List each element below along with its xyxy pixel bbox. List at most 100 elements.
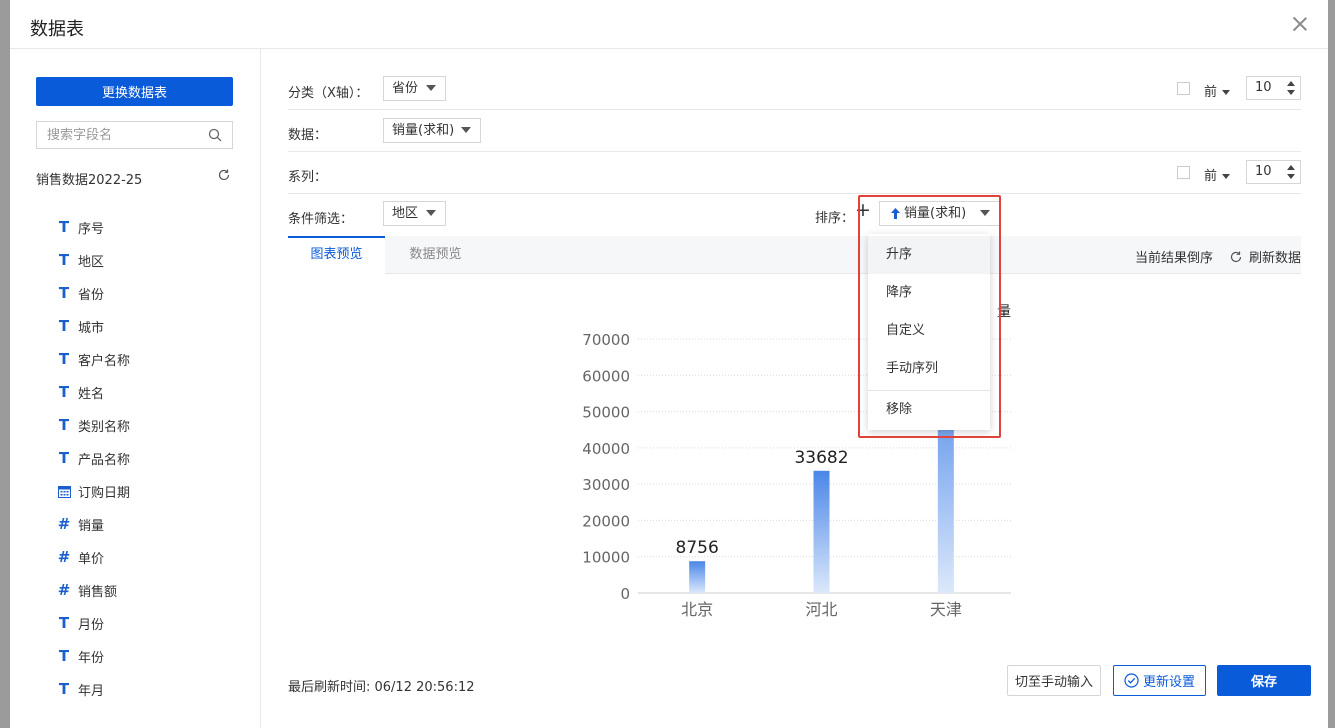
field-item[interactable]: # 销量 bbox=[57, 508, 130, 541]
series-top-n-select[interactable]: 前 bbox=[1204, 165, 1231, 184]
chevron-down-icon bbox=[1222, 174, 1231, 179]
field-item[interactable]: # 销售额 bbox=[57, 574, 130, 607]
field-label: 城市 bbox=[78, 321, 105, 336]
field-item[interactable]: T 月份 bbox=[57, 607, 130, 640]
series-top-n-checkbox[interactable] bbox=[1177, 166, 1190, 179]
text-type-icon: T bbox=[58, 383, 70, 401]
field-label: 产品名称 bbox=[78, 453, 131, 468]
series-top-n-label: 前 bbox=[1204, 169, 1218, 184]
field-item[interactable]: T 客户名称 bbox=[57, 343, 130, 376]
series-row: 系列： 前 10 bbox=[288, 152, 1301, 194]
close-icon[interactable] bbox=[1290, 14, 1310, 34]
field-item[interactable]: T 地区 bbox=[57, 244, 130, 277]
top-n-select[interactable]: 前 bbox=[1204, 81, 1231, 100]
category-value: 省份 bbox=[392, 81, 419, 96]
data-label: 8756 bbox=[676, 538, 719, 558]
manual-input-button[interactable]: 切至手动输入 bbox=[1007, 665, 1101, 696]
number-type-icon: # bbox=[57, 548, 71, 566]
data-select[interactable]: 销量(求和) bbox=[383, 118, 481, 143]
data-value: 销量(求和) bbox=[392, 123, 455, 138]
sort-select[interactable]: 销量(求和) bbox=[879, 201, 1000, 226]
text-type-icon: T bbox=[58, 416, 70, 434]
y-tick-label: 60000 bbox=[582, 367, 630, 385]
text-type-icon: T bbox=[58, 350, 70, 368]
filter-select[interactable]: 地区 bbox=[383, 201, 446, 226]
y-tick-label: 50000 bbox=[582, 404, 630, 422]
top-n-stepper[interactable]: 10 bbox=[1246, 76, 1301, 100]
save-button[interactable]: 保存 bbox=[1217, 665, 1311, 696]
field-label: 月份 bbox=[78, 618, 105, 633]
y-tick-label: 30000 bbox=[582, 476, 630, 494]
series-label: 系列： bbox=[288, 170, 328, 185]
category-row: 分类（X轴）： 省份 前 10 bbox=[288, 68, 1301, 110]
search-input[interactable] bbox=[37, 122, 197, 148]
field-item[interactable]: T 产品名称 bbox=[57, 442, 130, 475]
dialog-header: 数据表 bbox=[10, 0, 1328, 49]
field-label: 销量 bbox=[78, 519, 105, 534]
chevron-down-icon bbox=[426, 210, 436, 216]
x-tick-label: 天津 bbox=[930, 600, 962, 619]
chart-bar bbox=[813, 470, 830, 593]
update-settings-label: 更新设置 bbox=[1142, 675, 1195, 690]
menu-item-custom[interactable]: 自定义 bbox=[868, 312, 990, 350]
calendar-icon bbox=[57, 485, 71, 499]
dataset-name: 销售数据2022-25 bbox=[36, 173, 143, 188]
change-table-button[interactable]: 更换数据表 bbox=[36, 77, 233, 106]
sort-label: 排序： bbox=[815, 211, 855, 226]
text-type-icon: T bbox=[58, 251, 70, 269]
field-label: 姓名 bbox=[78, 387, 105, 402]
field-list: T 序号 T 地区 T 省份 T 城市 T 客户名称 T 姓名 T 类别名称 T 产品名称 订购日期 # 销量 # 单价… bbox=[57, 211, 130, 706]
text-type-icon: T bbox=[58, 680, 70, 698]
menu-item-descending[interactable]: 降序 bbox=[868, 274, 990, 312]
menu-item-ascending[interactable]: 升序 bbox=[868, 236, 990, 274]
field-label: 单价 bbox=[78, 552, 105, 567]
field-item[interactable]: 订购日期 bbox=[57, 475, 130, 508]
chevron-down-icon bbox=[426, 85, 436, 91]
search-icon[interactable] bbox=[208, 128, 222, 142]
stepper-down-icon[interactable] bbox=[1287, 174, 1295, 179]
field-item[interactable]: T 年月 bbox=[57, 673, 130, 706]
field-search bbox=[36, 121, 233, 149]
series-top-n-stepper[interactable]: 10 bbox=[1246, 160, 1301, 184]
menu-item-manual-sequence[interactable]: 手动序列 bbox=[868, 350, 990, 388]
field-item[interactable]: T 省份 bbox=[57, 277, 130, 310]
field-item[interactable]: # 单价 bbox=[57, 541, 130, 574]
tab-chart-preview[interactable]: 图表预览 bbox=[288, 236, 385, 274]
field-label: 订购日期 bbox=[78, 486, 131, 501]
field-item[interactable]: T 姓名 bbox=[57, 376, 130, 409]
top-n-checkbox[interactable] bbox=[1177, 82, 1190, 95]
tab-data-preview[interactable]: 数据预览 bbox=[393, 236, 478, 274]
refresh-data-link[interactable]: 刷新数据 bbox=[1229, 247, 1301, 266]
text-type-icon: T bbox=[58, 284, 70, 302]
dialog-title: 数据表 bbox=[30, 19, 84, 40]
menu-item-remove[interactable]: 移除 bbox=[868, 391, 990, 429]
field-label: 年份 bbox=[78, 651, 105, 666]
text-type-icon: T bbox=[58, 449, 70, 467]
field-label: 客户名称 bbox=[78, 354, 131, 369]
stepper-up-icon[interactable] bbox=[1287, 81, 1295, 86]
last-refresh-time: 最后刷新时间: 06/12 20:56:12 bbox=[288, 680, 475, 695]
add-sort-icon[interactable]: + bbox=[855, 199, 871, 221]
field-item[interactable]: T 类别名称 bbox=[57, 409, 130, 442]
field-item[interactable]: T 年份 bbox=[57, 640, 130, 673]
refresh-icon[interactable] bbox=[217, 168, 231, 182]
stepper-down-icon[interactable] bbox=[1287, 90, 1295, 95]
field-item[interactable]: T 城市 bbox=[57, 310, 130, 343]
stepper-up-icon[interactable] bbox=[1287, 165, 1295, 170]
data-table-dialog: 数据表 更换数据表 销售数据2022-25 T序号T地区T省份T城市T客户名称T… bbox=[10, 0, 1328, 728]
field-item[interactable]: T 序号 bbox=[57, 211, 130, 244]
chart-bar bbox=[689, 561, 706, 593]
y-tick-label: 0 bbox=[620, 585, 630, 603]
category-select[interactable]: 省份 bbox=[383, 76, 446, 101]
y-tick-label: 70000 bbox=[582, 331, 630, 349]
config-panel: 分类（X轴）： 省份 前 10 数据： 销量(求和) 系列： 前 10 条件筛选… bbox=[288, 49, 1311, 728]
text-type-icon: T bbox=[58, 614, 70, 632]
preview-tabs: 图表预览 数据预览 当前结果倒序 刷新数据 bbox=[288, 236, 1301, 274]
filter-value: 地区 bbox=[392, 206, 419, 221]
field-label: 年月 bbox=[78, 684, 105, 699]
text-type-icon: T bbox=[58, 317, 70, 335]
reverse-order-link[interactable]: 当前结果倒序 bbox=[1135, 247, 1213, 266]
x-tick-label: 河北 bbox=[805, 600, 837, 619]
update-settings-button[interactable]: 更新设置 bbox=[1113, 665, 1206, 696]
field-label: 序号 bbox=[78, 222, 105, 237]
